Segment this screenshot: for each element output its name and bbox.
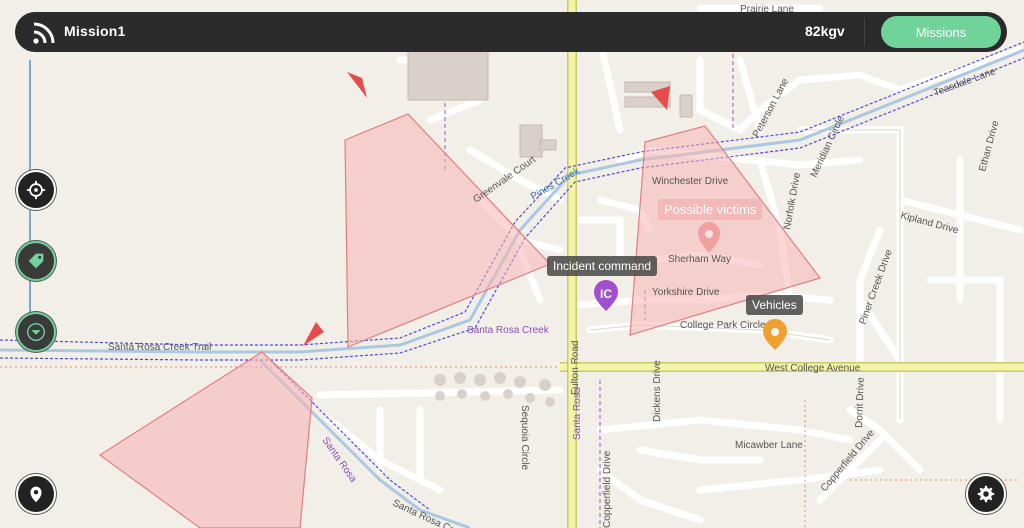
gear-icon (977, 485, 995, 503)
street-label-fulton-road: Fulton Road (570, 341, 581, 395)
topbar-divider (864, 18, 865, 46)
label-incident-command[interactable]: Incident command (547, 256, 658, 276)
street-label-dickens-drive: Dickens Drive (652, 360, 663, 422)
status-metric: 82kgv (805, 23, 845, 39)
street-label-micawber-lane: Micawber Lane (735, 440, 803, 451)
street-label-copperfield-drive: Copperfield Drive (602, 450, 613, 528)
map-canvas[interactable]: Prairie Lane Peterson Lane Teasdale Lane… (0, 0, 1024, 528)
filter-button[interactable] (16, 312, 56, 352)
street-label-sequoia-circle: Sequoia Circle (519, 405, 530, 470)
street-label-college-park-circle: College Park Circle (680, 320, 766, 331)
rss-feed-icon[interactable] (32, 21, 56, 45)
street-label-santa-rosa-creek-trail: Santa Rosa Creek Trail (108, 342, 211, 353)
mission-title: Mission1 (64, 23, 126, 39)
dropdown-icon (27, 323, 45, 341)
settings-button[interactable] (966, 474, 1006, 514)
pin-icon (30, 486, 42, 503)
locate-button[interactable] (16, 170, 56, 210)
tag-button[interactable] (16, 241, 56, 281)
street-label-santa-rosa: Santa Rosa (572, 387, 583, 440)
ic-pin-text: IC (600, 287, 612, 301)
street-label-west-college-avenue: West College Avenue (765, 363, 861, 374)
tag-icon (28, 253, 44, 269)
top-bar: Mission1 82kgv Missions (15, 12, 1007, 52)
street-label-yorkshire-drive: Yorkshire Drive (652, 287, 720, 298)
street-label-dorrit-drive: Dorrit Drive (854, 377, 867, 428)
missions-button[interactable]: Missions (881, 16, 1001, 48)
label-vehicles[interactable]: Vehicles (746, 295, 803, 315)
crosshair-icon (26, 180, 46, 200)
street-label-sherham-way: Sherham Way (668, 254, 731, 265)
street-label-santa-rosa-creek: Santa Rosa Creek (467, 325, 550, 336)
street-label-winchester-drive: Winchester Drive (652, 176, 729, 187)
pin-button[interactable] (16, 474, 56, 514)
label-possible-victims[interactable]: Possible victims (658, 199, 763, 220)
